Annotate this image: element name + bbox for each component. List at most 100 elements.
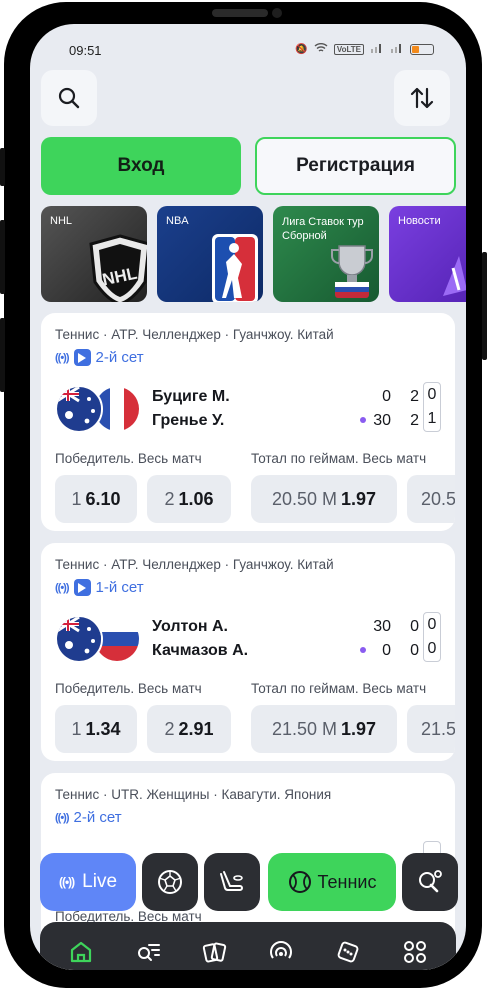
football-chip[interactable] xyxy=(142,853,198,911)
player1-name: Буциге М. xyxy=(152,388,230,405)
odds-button[interactable]: 1 6.10 xyxy=(55,475,137,523)
p1-set-score: 0 xyxy=(427,616,437,633)
odds-button[interactable]: 2 2.91 xyxy=(147,705,231,753)
odds-button[interactable]: 21.50 М 1.97 xyxy=(251,705,397,753)
live-chip[interactable]: ((•)) Live xyxy=(40,853,136,911)
player2-name: Качмазов А. xyxy=(152,642,249,659)
story-nhl[interactable]: NHL NHL xyxy=(41,206,147,302)
p2-score-points: 0 xyxy=(382,642,391,659)
play-video-icon[interactable] xyxy=(73,349,91,366)
nba-logo-icon xyxy=(212,234,258,302)
status-icons: 🔕 VoLTE xyxy=(295,42,434,56)
odds-label: 21.50 М xyxy=(271,718,337,739)
player-flags xyxy=(55,385,147,435)
serve-indicator xyxy=(360,647,366,653)
battery-icon xyxy=(410,43,434,55)
side-button xyxy=(482,252,487,360)
story-label: NHL xyxy=(50,215,73,227)
set-label: 1-й сет xyxy=(95,579,144,596)
bottom-nav xyxy=(40,922,456,970)
odds-button[interactable]: 20.50 М 1.97 xyxy=(251,475,397,523)
match-league: Теннис · UTR. Женщины · Кавагути. Япония xyxy=(55,787,332,802)
nhl-logo-icon: NHL xyxy=(89,234,147,302)
set-label: 2-й сет xyxy=(73,809,122,826)
broadcast-radar-icon xyxy=(270,941,293,959)
match-league: Теннис · ATP. Челленджер · Гуанчжоу. Кит… xyxy=(55,557,334,572)
hockey-chip[interactable] xyxy=(204,853,260,911)
mute-icon: 🔕 xyxy=(295,43,308,55)
cards-icon xyxy=(202,942,226,963)
side-button xyxy=(0,220,5,294)
nav-menu[interactable] xyxy=(400,937,430,967)
line-search-icon xyxy=(137,944,160,961)
live-label: Live xyxy=(82,871,118,892)
odds-label: 1 xyxy=(71,718,82,739)
odds-label: 20.5 xyxy=(421,488,455,509)
tennis-chip[interactable]: Теннис xyxy=(268,853,396,911)
story-liga[interactable]: Лига Ставок тур Сборной xyxy=(273,206,379,302)
table-tennis-chip[interactable] xyxy=(402,853,458,911)
nav-lines[interactable] xyxy=(133,937,163,967)
register-button[interactable]: Регистрация xyxy=(255,137,456,195)
story-nba[interactable]: NBA xyxy=(157,206,263,302)
odds-label: 2 xyxy=(164,718,175,739)
search-button[interactable] xyxy=(41,70,97,126)
signal-icon xyxy=(370,42,384,56)
nav-broadcast[interactable] xyxy=(266,937,296,967)
search-icon xyxy=(58,87,80,109)
nav-games[interactable] xyxy=(333,937,363,967)
market-label: Победитель. Весь матч xyxy=(55,681,202,696)
phone-frame: 09:51 🔕 VoLTE Вход Регистрация NHL NHL N… xyxy=(4,2,482,988)
dice-icon xyxy=(337,941,359,963)
app-screen: 09:51 🔕 VoLTE Вход Регистрация NHL NHL N… xyxy=(30,24,466,970)
football-icon xyxy=(158,870,182,894)
sort-button[interactable] xyxy=(394,70,450,126)
match-status: ((•)) 2-й сет xyxy=(55,349,144,366)
player-flags xyxy=(55,615,147,665)
login-button[interactable]: Вход xyxy=(41,137,241,195)
odds-button[interactable]: 20.5 xyxy=(407,475,455,523)
odds-label: 2 xyxy=(164,488,175,509)
story-label: NBA xyxy=(166,215,189,227)
p2-score-points: 30 xyxy=(373,412,391,429)
p1-score-games: 0 xyxy=(410,618,419,635)
australia-flag-icon xyxy=(55,615,103,663)
stories-carousel: NHL NHL NBA Лига Ставок тур Сборной Ново… xyxy=(41,206,466,302)
signal-icon-2 xyxy=(390,42,404,56)
nav-coupons[interactable] xyxy=(200,937,230,967)
odds-button[interactable]: 2 1.06 xyxy=(147,475,231,523)
match-card[interactable]: Теннис · ATP. Челленджер · Гуанчжоу. Кит… xyxy=(41,543,455,761)
set-score-box: 0 0 xyxy=(423,612,441,662)
nav-home[interactable] xyxy=(66,937,96,967)
market-label: Тотал по геймам. Весь матч xyxy=(251,451,427,466)
news-graphic-icon xyxy=(443,256,466,296)
broadcast-icon: ((•)) xyxy=(55,811,69,824)
match-status: ((•)) 1-й сет xyxy=(55,579,144,596)
side-button xyxy=(0,318,5,392)
p2-score-games: 0 xyxy=(410,642,419,659)
p2-score-games: 2 xyxy=(410,412,419,429)
player2-name: Гренье У. xyxy=(152,412,225,429)
story-news[interactable]: Новости xyxy=(389,206,466,302)
odds-value: 6.10 xyxy=(85,488,121,509)
match-league: Теннис · ATP. Челленджер · Гуанчжоу. Кит… xyxy=(55,327,334,342)
speaker xyxy=(212,9,268,17)
tennis-label: Теннис xyxy=(317,871,377,892)
odds-button[interactable]: 21.5 xyxy=(407,705,455,753)
odds-label: 21.5 xyxy=(421,718,455,739)
story-label: Лига Ставок тур Сборной xyxy=(282,216,364,242)
match-card[interactable]: Теннис · ATP. Челленджер · Гуанчжоу. Кит… xyxy=(41,313,455,531)
p1-set-score: 0 xyxy=(427,386,437,403)
home-icon xyxy=(71,941,92,963)
side-button xyxy=(0,148,5,186)
australia-flag-icon xyxy=(55,385,103,433)
status-time: 09:51 xyxy=(69,43,102,58)
p2-set-score: 0 xyxy=(427,640,437,657)
play-video-icon[interactable] xyxy=(73,579,91,596)
set-label: 2-й сет xyxy=(95,349,144,366)
odds-button[interactable]: 1 1.34 xyxy=(55,705,137,753)
p1-score-games: 2 xyxy=(410,388,419,405)
trophy-icon xyxy=(331,245,373,298)
story-label: Новости xyxy=(398,215,441,227)
volte-badge: VoLTE xyxy=(333,43,364,55)
